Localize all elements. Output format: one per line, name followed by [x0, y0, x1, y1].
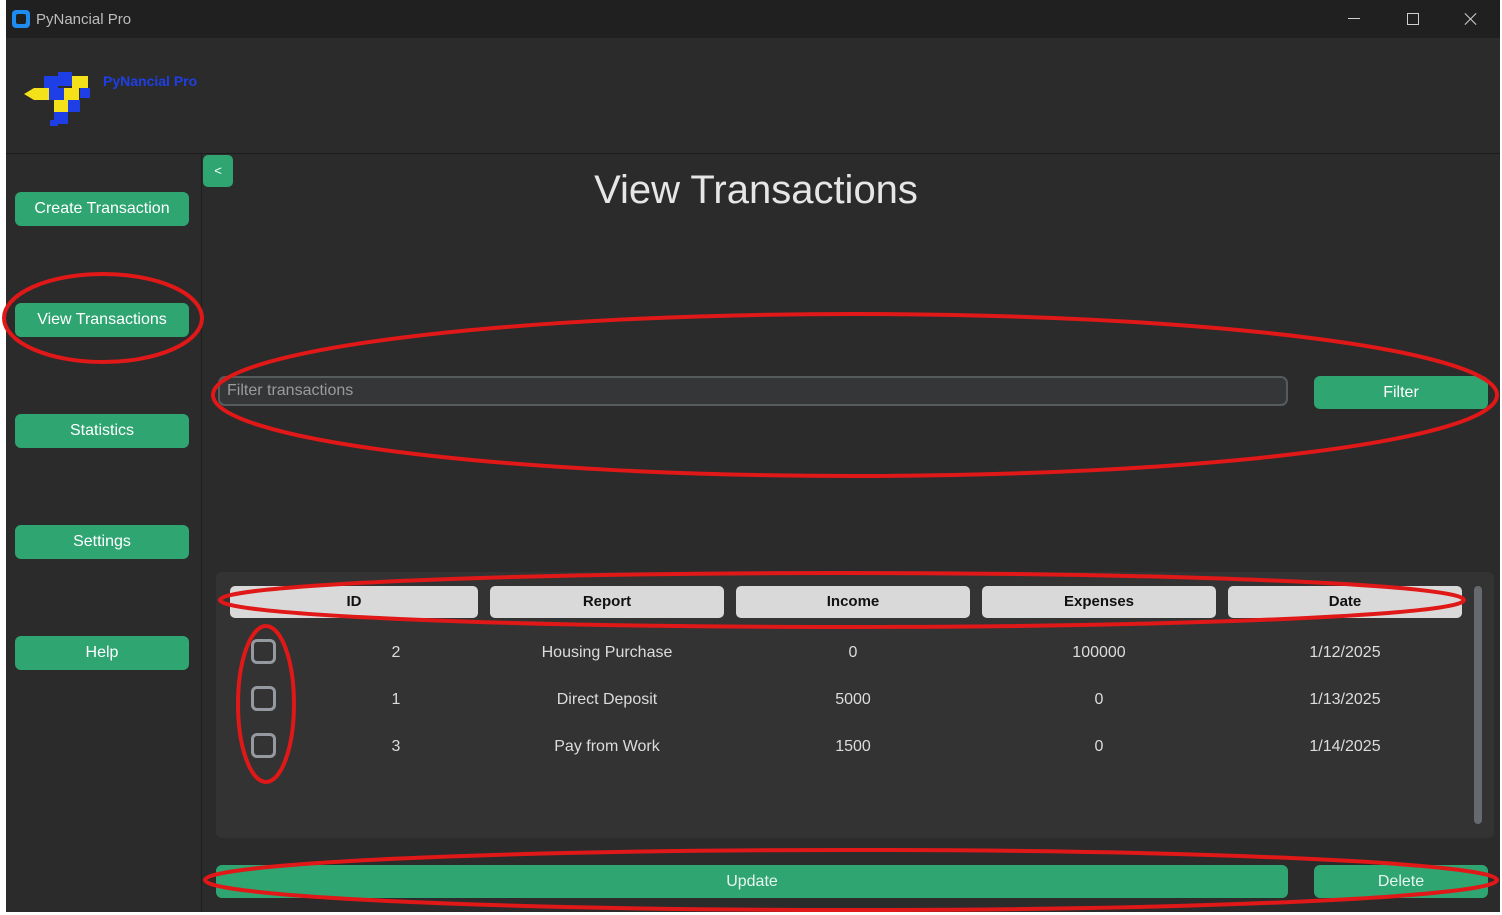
app-icon [12, 10, 30, 28]
cell-report: Housing Purchase [541, 644, 673, 661]
cell-expenses: 0 [1094, 738, 1104, 755]
cell-date: 1/14/2025 [1309, 738, 1381, 755]
cell-income: 1500 [835, 738, 871, 755]
sidebar-item-create-transaction[interactable]: Create Transaction [15, 192, 189, 226]
sidebar-item-statistics[interactable]: Statistics [15, 414, 189, 448]
cell-income: 5000 [835, 691, 871, 708]
update-button[interactable]: Update [216, 865, 1288, 898]
logo-icon [24, 72, 90, 126]
sidebar-item-view-transactions[interactable]: View Transactions [15, 303, 189, 337]
table-row[interactable]: 2 Housing Purchase 0 100000 1/12/2025 [216, 635, 1456, 681]
app-header: PyNancial Pro [6, 38, 1500, 154]
delete-button[interactable]: Delete [1314, 865, 1488, 898]
cell-date: 1/12/2025 [1309, 644, 1381, 661]
cell-expenses: 100000 [1072, 644, 1126, 661]
cell-date: 1/13/2025 [1309, 691, 1381, 708]
cell-expenses: 0 [1094, 691, 1104, 708]
sidebar: Create Transaction View Transactions Sta… [6, 154, 202, 912]
filter-input[interactable] [218, 376, 1288, 406]
table-row[interactable]: 3 Pay from Work 1500 0 1/14/2025 [216, 729, 1456, 775]
app-logo: PyNancial Pro [24, 70, 214, 130]
sidebar-item-settings[interactable]: Settings [15, 525, 189, 559]
window-title: PyNancial Pro [36, 11, 132, 28]
cell-id: 3 [391, 738, 401, 755]
cell-id: 1 [391, 691, 401, 708]
cell-id: 2 [391, 644, 401, 661]
title-bar[interactable]: PyNancial Pro [6, 0, 1500, 38]
cell-report: Pay from Work [554, 738, 660, 755]
table-scrollbar[interactable] [1474, 586, 1482, 824]
row-checkbox[interactable] [251, 686, 276, 711]
column-header-report[interactable]: Report [490, 586, 724, 618]
column-header-id[interactable]: ID [230, 586, 478, 618]
column-header-income[interactable]: Income [736, 586, 970, 618]
minimize-icon[interactable] [1340, 6, 1370, 32]
table-row[interactable]: 1 Direct Deposit 5000 0 1/13/2025 [216, 682, 1456, 728]
sidebar-item-help[interactable]: Help [15, 636, 189, 670]
cell-income: 0 [848, 644, 858, 661]
row-checkbox[interactable] [251, 733, 276, 758]
main-panel: < View Transactions Filter ID Report Inc… [202, 154, 1500, 912]
cell-report: Direct Deposit [556, 691, 658, 708]
app-window: PyNancial Pro PyNancial Pro Create Trans… [6, 0, 1500, 912]
transactions-table: ID Report Income Expenses Date 2 Housing… [216, 572, 1494, 838]
maximize-icon[interactable] [1398, 6, 1428, 32]
filter-button[interactable]: Filter [1314, 376, 1488, 409]
close-icon[interactable] [1456, 6, 1486, 32]
page-title: View Transactions [594, 168, 918, 212]
column-header-expenses[interactable]: Expenses [982, 586, 1216, 618]
row-checkbox[interactable] [251, 639, 276, 664]
column-header-date[interactable]: Date [1228, 586, 1462, 618]
logo-text: PyNancial Pro [103, 73, 198, 89]
